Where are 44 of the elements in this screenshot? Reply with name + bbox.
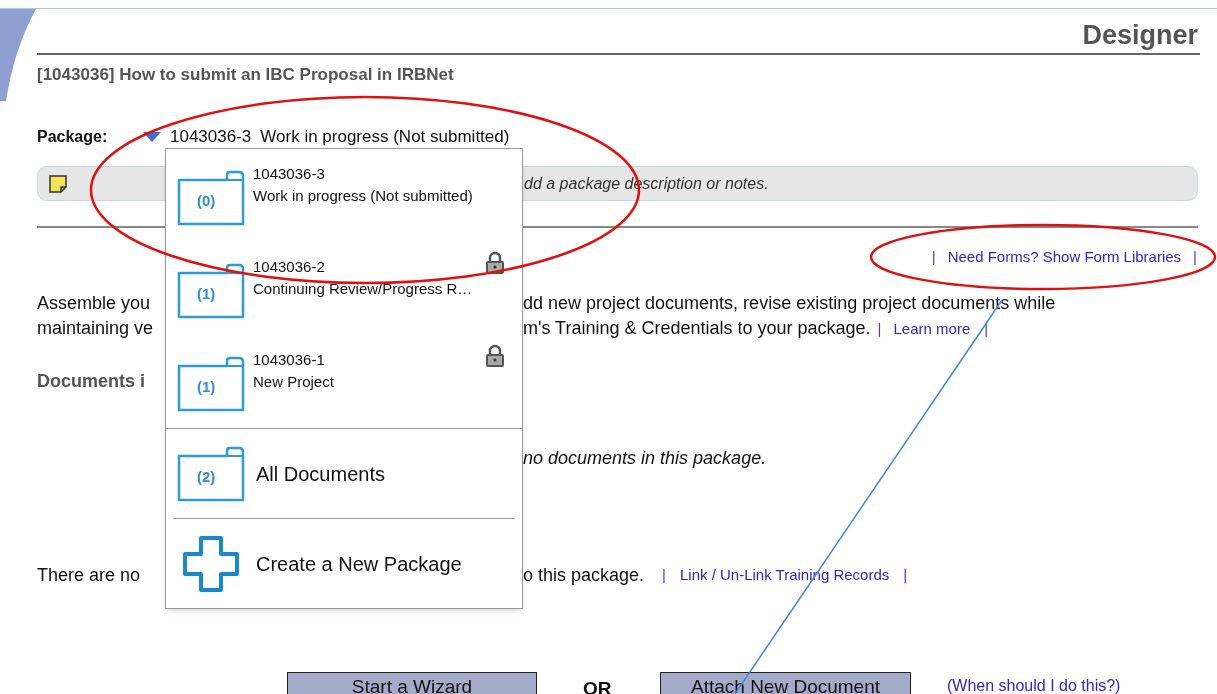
all-documents-item[interactable]: (2) All Documents [166,429,522,518]
package-menu-item[interactable]: (1) 1043036-2 Continuing Review/Progress R… [166,242,522,335]
start-wizard-button[interactable]: Start a Wizard [287,672,537,694]
caret-down-icon [143,131,161,143]
paragraph-text: o this package. [523,563,645,587]
create-package-item[interactable]: Create a New Package [166,519,522,608]
separator-text: | [931,246,936,267]
learn-more-link[interactable]: Learn more [893,316,971,341]
empty-message: no documents in this package. [523,447,767,470]
package-name: New Project [253,372,334,392]
page-title: Designer [1082,20,1199,50]
paragraph-text: dd new project documents, revise existing project documents while [523,292,1056,315]
package-label: Package: [37,127,109,147]
folder-icon [177,170,245,226]
package-menu-item[interactable]: (0) 1043036-3 Work in progress (Not submitted) [166,149,522,242]
form-libraries-link[interactable]: Need Forms? Show Form Libraries [947,245,1182,269]
separator-text: | [662,564,666,585]
package-menu-item[interactable]: (1) 1043036-1 New Project [166,335,522,428]
separator-text: | [1193,246,1197,267]
document-count: (1) [197,286,216,301]
package-name: Work in progress (Not submitted) [253,186,473,206]
section-heading: Documents i [37,371,146,391]
project-title: [1043036] How to submit an IBC Proposal in IRBNet [37,64,455,86]
package-number: 1043036-1 [253,350,326,370]
sticky-note-icon[interactable] [49,174,67,193]
paragraph-text: Assemble you [37,293,151,313]
package-number: 1043036-2 [253,257,326,277]
folder-icon [177,356,245,412]
plus-icon [183,535,239,592]
folder-icon [177,445,245,502]
paragraph-text: There are no [37,564,141,585]
document-count: (2) [197,468,216,484]
document-count: (0) [197,193,216,208]
attach-document-button[interactable]: Attach New Document [660,672,911,694]
document-count: (1) [197,379,216,394]
separator-text: | [877,319,882,339]
package-number: 1043036-3 [253,164,326,184]
folder-icon [177,263,245,319]
separator-text: | [903,564,908,585]
separator-text: | [984,319,989,339]
help-link[interactable]: (When should I do this?) [947,672,1121,694]
paragraph-text: maintaining ve [37,318,154,338]
paragraph-text: m's Training & Credentials to your package. [523,317,871,340]
package-name: Continuing Review/Progress R… [253,279,473,299]
